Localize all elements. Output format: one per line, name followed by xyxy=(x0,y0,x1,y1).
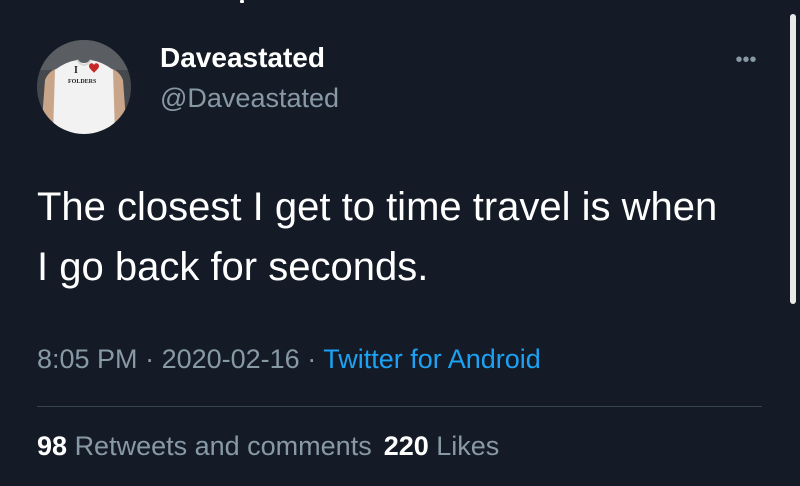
more-horizontal-icon: ••• xyxy=(735,49,757,71)
more-options-button[interactable]: ••• xyxy=(728,50,764,70)
display-name[interactable]: Daveastated xyxy=(160,42,325,74)
avatar-shirt-text-top: I xyxy=(74,65,78,76)
likes-stat[interactable]: 220 Likes xyxy=(384,431,500,461)
tweet-source-link[interactable]: Twitter for Android xyxy=(323,344,541,374)
tweet-card: I FOLDERS Daveastated @Daveastated ••• T… xyxy=(0,0,800,486)
top-edge-speck xyxy=(240,0,244,3)
tweet-text-line: I go back for seconds. xyxy=(37,245,429,289)
retweets-count: 98 xyxy=(37,431,68,461)
tweet-text: The closest I get to time travel is when… xyxy=(37,177,777,297)
meta-separator: · xyxy=(137,344,162,374)
scrollbar[interactable] xyxy=(790,14,796,304)
avatar-shirt-text-bottom: FOLDERS xyxy=(68,79,97,85)
likes-count: 220 xyxy=(383,431,429,461)
tweet-time: 8:05 PM xyxy=(37,344,138,374)
tweet-date[interactable]: 2020-02-16 xyxy=(162,344,300,374)
retweets-stat[interactable]: 98 Retweets and comments xyxy=(37,431,372,461)
divider xyxy=(37,406,762,407)
avatar[interactable]: I FOLDERS xyxy=(37,40,131,134)
meta-separator: · xyxy=(299,344,324,374)
tweet-stats: 98 Retweets and comments 220 Likes xyxy=(37,431,499,462)
user-handle[interactable]: @Daveastated xyxy=(160,83,339,114)
avatar-image: I FOLDERS xyxy=(37,40,131,134)
likes-label: Likes xyxy=(436,431,500,461)
retweets-label: Retweets and comments xyxy=(74,431,372,461)
tweet-meta: 8:05 PM · 2020-02-16 · Twitter for Andro… xyxy=(37,344,541,375)
tweet-text-line: The closest I get to time travel is when xyxy=(37,185,718,229)
